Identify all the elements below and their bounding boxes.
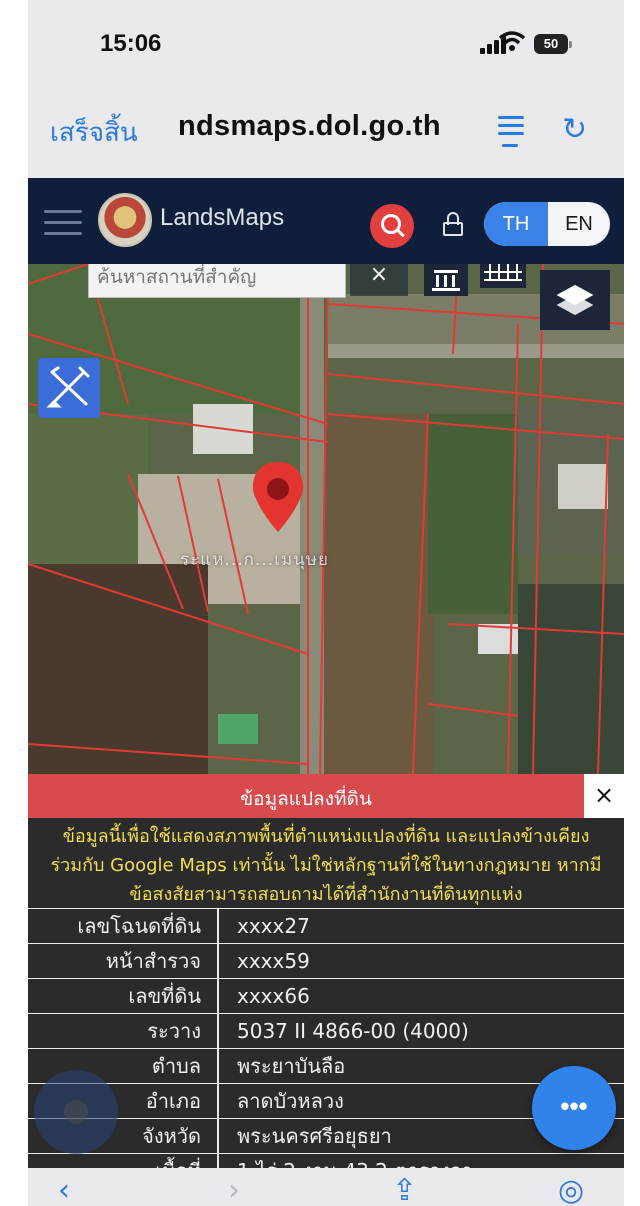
measure-tool-icon[interactable] [38,358,100,418]
url-text[interactable]: ndsmaps.dol.go.th [178,110,441,143]
back-icon[interactable]: ‹ [58,1176,70,1206]
disclaimer-line: ข้อมูลนี้เพื่อใช้แสดงสภาพพื้นที่ตำแหน่งแ… [62,826,590,847]
row-label: ระวาง [28,1013,219,1049]
table-row: ตำบล พระยาบันลือ [28,1048,624,1084]
menu-icon[interactable] [44,208,84,238]
forward-icon[interactable]: › [228,1176,240,1206]
done-button[interactable]: เสร็จสิ้น [50,112,138,153]
language-toggle[interactable]: TH EN [484,202,610,246]
close-panel-button[interactable]: × [584,774,624,818]
table-row: เนื้อที่1 ไร่ 2 งาน 43.2 ตารางวา [28,1153,624,1168]
phone-screen: 15:06 50 เสร็จสิ้น ndsmaps.dol.go.th ↻ L… [28,0,624,1206]
land-info-table: เลขโฉนดที่ดิน xxxx27 หน้าสำรวจ xxxx59 เลขท… [28,908,624,1168]
row-label: หน้าสำรวจ [28,943,219,979]
row-label: เลขที่ดิน [28,978,219,1014]
table-row: เลขที่ดิน xxxx66 [28,978,624,1014]
row-value: 1 ไร่ 2 งาน 43.2 ตารางวา [218,1153,624,1168]
address-bar: เสร็จสิ้น ndsmaps.dol.go.th ↻ [28,92,624,178]
grid-icon[interactable] [480,264,526,288]
disclaimer-text: ข้อมูลนี้เพื่อใช้แสดงสภาพพื้นที่ตำแหน่งแ… [28,822,624,909]
lang-th-option[interactable]: TH [484,202,548,246]
panel-title: ข้อมูลแปลงที่ดิน [240,788,372,810]
row-value: xxxx66 [218,978,624,1014]
lang-en-option[interactable]: EN [548,202,610,246]
more-options-button[interactable]: ••• [532,1066,616,1150]
info-button[interactable] [34,1070,118,1154]
row-label: เลขโฉนดที่ดิน [28,908,219,944]
disclaimer-line: ร่วมกับ Google Maps เท่านั้น ไม่ใช่หลักฐ… [50,855,602,876]
row-value: 5037 II 4866-00 (4000) [218,1013,624,1049]
parcel-owner-label: ระแห...ก...เมนุษย [180,550,329,570]
status-time: 15:06 [100,30,162,57]
browser-toolbar: ‹ › ⇪ ◎ [28,1168,624,1206]
layers-icon[interactable] [540,270,610,330]
disclaimer-line: ข้อสงสัยสามารถสอบถามได้ที่สำนักงานที่ดิน… [129,884,523,905]
table-row: หน้าสำรวจ xxxx59 [28,943,624,979]
satellite-map[interactable]: ค้นหาสถานที่สำคัญ × ระแห...ก...เมนุษย [28,264,624,774]
clear-search-button[interactable]: × [350,264,408,296]
reader-mode-icon[interactable] [496,112,526,148]
row-value: xxxx27 [218,908,624,944]
battery-icon: 50 [534,34,572,54]
table-row: เลขโฉนดที่ดิน xxxx27 [28,908,624,944]
row-label: เนื้อที่ [28,1153,219,1168]
search-button[interactable] [370,204,414,248]
government-building-icon[interactable] [424,264,468,296]
department-logo [98,193,152,247]
landmark-search-input[interactable]: ค้นหาสถานที่สำคัญ [88,264,346,298]
status-bar: 15:06 50 [28,0,624,92]
wifi-icon [498,30,526,58]
map-imagery [28,264,624,774]
table-row: ระวาง 5037 II 4866-00 (4000) [28,1013,624,1049]
compass-icon[interactable]: ◎ [558,1176,584,1206]
lock-icon[interactable] [442,212,464,236]
reload-icon[interactable]: ↻ [562,112,587,147]
app-navbar: LandsMaps TH EN [28,178,624,264]
row-value: xxxx59 [218,943,624,979]
brand-name: LandsMaps [160,204,285,231]
share-icon[interactable]: ⇪ [392,1176,417,1206]
land-info-header: ข้อมูลแปลงที่ดิน × [28,774,624,818]
